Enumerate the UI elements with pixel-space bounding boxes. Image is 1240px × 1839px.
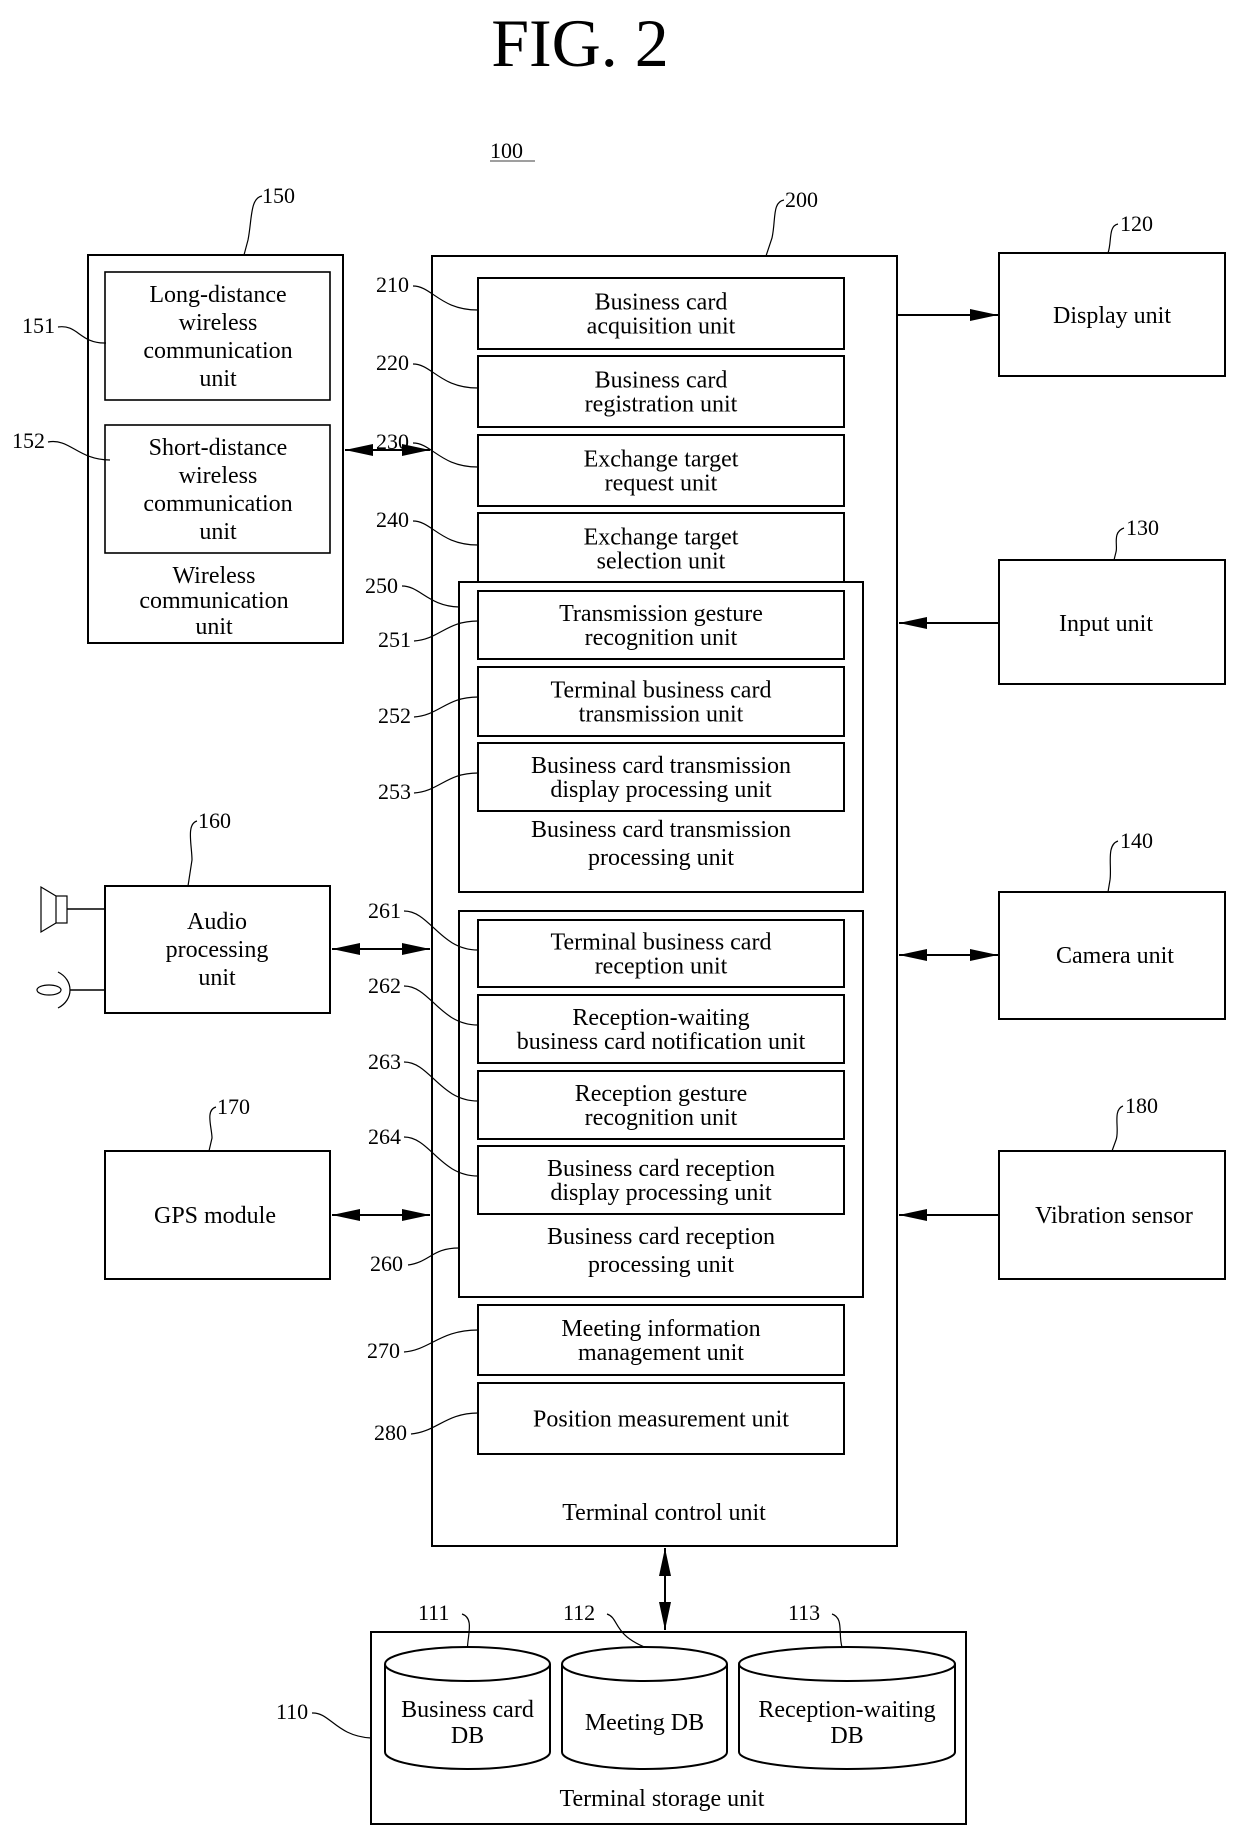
- ref-110: 110: [276, 1699, 308, 1724]
- unit-label-line: acquisition unit: [587, 314, 736, 340]
- figure-title: FIG. 2: [491, 5, 669, 81]
- svg-text:Vibration sensor: Vibration sensor: [1035, 1203, 1193, 1229]
- reception-waiting-db: Reception-waitingDB 113: [738, 1600, 956, 1770]
- unit-label-line: transmission unit: [579, 702, 744, 728]
- ref-152: 152: [12, 428, 45, 453]
- ref-number: 280: [374, 1420, 407, 1445]
- unit-label-line: Reception-waiting: [572, 1005, 749, 1031]
- ref-130: 130: [1126, 515, 1159, 540]
- ref-number: 253: [378, 779, 411, 804]
- unit-label-line: Terminal business card: [551, 930, 772, 956]
- ref-260: 260: [370, 1251, 403, 1276]
- unit-label-line: reception unit: [595, 954, 728, 980]
- svg-text:Business card reception: Business card reception: [547, 1224, 775, 1250]
- ref-250: 250: [365, 573, 398, 598]
- svg-text:unit: unit: [195, 614, 233, 640]
- ref-number: 252: [378, 703, 411, 728]
- unit-label-line: Exchange target: [584, 525, 739, 551]
- unit-label-line: Business card reception: [547, 1156, 775, 1182]
- ref-number: 220: [376, 350, 409, 375]
- svg-text:Display unit: Display unit: [1053, 303, 1171, 329]
- unit-label-line: Business card transmission: [531, 753, 791, 779]
- unit-label-line: registration unit: [585, 392, 738, 418]
- svg-text:wireless: wireless: [179, 463, 258, 489]
- svg-text:Input unit: Input unit: [1059, 611, 1153, 637]
- camera-unit: Camera unit 140: [998, 828, 1226, 1020]
- ref-151: 151: [22, 313, 55, 338]
- svg-text:unit: unit: [198, 965, 236, 991]
- unit-label-line: Terminal business card: [551, 678, 772, 704]
- ref-200: 200: [785, 187, 818, 212]
- unit-label-line: Reception gesture: [575, 1081, 748, 1107]
- unit-label-line: Business card: [595, 290, 728, 316]
- unit-label-line: recognition unit: [585, 1105, 738, 1131]
- unit-label-line: Transmission gesture: [559, 601, 763, 627]
- ref-180: 180: [1125, 1093, 1158, 1118]
- unit-label-line: DB: [451, 1723, 484, 1749]
- svg-text:Long-distance: Long-distance: [149, 282, 286, 308]
- svg-text:processing unit: processing unit: [588, 845, 734, 871]
- ref-160: 160: [198, 808, 231, 833]
- ref-170: 170: [217, 1094, 250, 1119]
- meeting-db: Meeting DB 112: [561, 1600, 728, 1770]
- system-ref: 100: [490, 138, 523, 163]
- ref-number: 240: [376, 507, 409, 532]
- unit-label-line: DB: [830, 1723, 863, 1749]
- unit-label-line: Meeting information: [561, 1316, 760, 1342]
- input-unit: Input unit 130: [998, 515, 1226, 685]
- svg-text:Short-distance: Short-distance: [149, 435, 288, 461]
- unit-label-line: Meeting DB: [585, 1710, 704, 1736]
- svg-text:unit: unit: [199, 366, 237, 392]
- unit-label-line: selection unit: [597, 549, 726, 575]
- ref-120: 120: [1120, 211, 1153, 236]
- business-card-db: Business cardDB 111: [384, 1600, 551, 1770]
- unit-label-line: Position measurement unit: [533, 1407, 789, 1433]
- unit-label-line: business card notification unit: [517, 1029, 806, 1055]
- unit-label-line: management unit: [578, 1340, 744, 1366]
- svg-text:GPS module: GPS module: [154, 1203, 276, 1229]
- unit-label-line: recognition unit: [585, 625, 738, 651]
- ref-150: 150: [262, 183, 295, 208]
- ref-number: 113: [788, 1600, 820, 1625]
- svg-text:communication: communication: [143, 338, 292, 364]
- unit-label-line: display processing unit: [550, 777, 772, 803]
- display-unit: Display unit 120: [998, 211, 1226, 377]
- svg-text:processing: processing: [166, 937, 269, 963]
- vibration-sensor: Vibration sensor 180: [998, 1093, 1226, 1280]
- audio-processing-unit: Audio processing unit 160: [36, 808, 331, 1014]
- wireless-communication-unit: Long-distance wireless communication uni…: [12, 183, 344, 644]
- microphone-icon: [36, 971, 105, 1009]
- svg-text:Audio: Audio: [187, 909, 247, 935]
- ref-number: 262: [368, 973, 401, 998]
- unit-label-line: Reception-waiting: [758, 1697, 935, 1723]
- unit-label-line: request unit: [605, 471, 718, 497]
- ref-number: 111: [418, 1600, 449, 1625]
- terminal-control-label: Terminal control unit: [562, 1500, 766, 1526]
- gps-module: GPS module 170: [104, 1094, 331, 1280]
- ref-number: 210: [376, 272, 409, 297]
- ref-140: 140: [1120, 828, 1153, 853]
- speaker-icon: [40, 885, 105, 934]
- ref-number: 251: [378, 627, 411, 652]
- svg-text:communication: communication: [139, 588, 288, 614]
- ref-number: 263: [368, 1049, 401, 1074]
- unit-label-line: display processing unit: [550, 1180, 772, 1206]
- ref-number: 261: [368, 898, 401, 923]
- ref-number: 270: [367, 1338, 400, 1363]
- svg-text:communication: communication: [143, 491, 292, 517]
- ref-number: 264: [368, 1124, 401, 1149]
- ref-number: 230: [376, 429, 409, 454]
- svg-text:Wireless: Wireless: [172, 563, 255, 589]
- unit-label-line: Exchange target: [584, 447, 739, 473]
- svg-text:Business card transmission: Business card transmission: [531, 817, 791, 843]
- ref-number: 112: [563, 1600, 595, 1625]
- unit-label-line: Business card: [401, 1697, 534, 1723]
- svg-text:wireless: wireless: [179, 310, 258, 336]
- svg-text:Terminal storage unit: Terminal storage unit: [560, 1786, 765, 1812]
- svg-text:Camera unit: Camera unit: [1056, 943, 1174, 969]
- svg-text:unit: unit: [199, 519, 237, 545]
- block-diagram: FIG. 2 100 Long-distance wireless commun…: [12, 5, 1226, 1825]
- unit-label-line: Business card: [595, 368, 728, 394]
- svg-text:processing unit: processing unit: [588, 1252, 734, 1278]
